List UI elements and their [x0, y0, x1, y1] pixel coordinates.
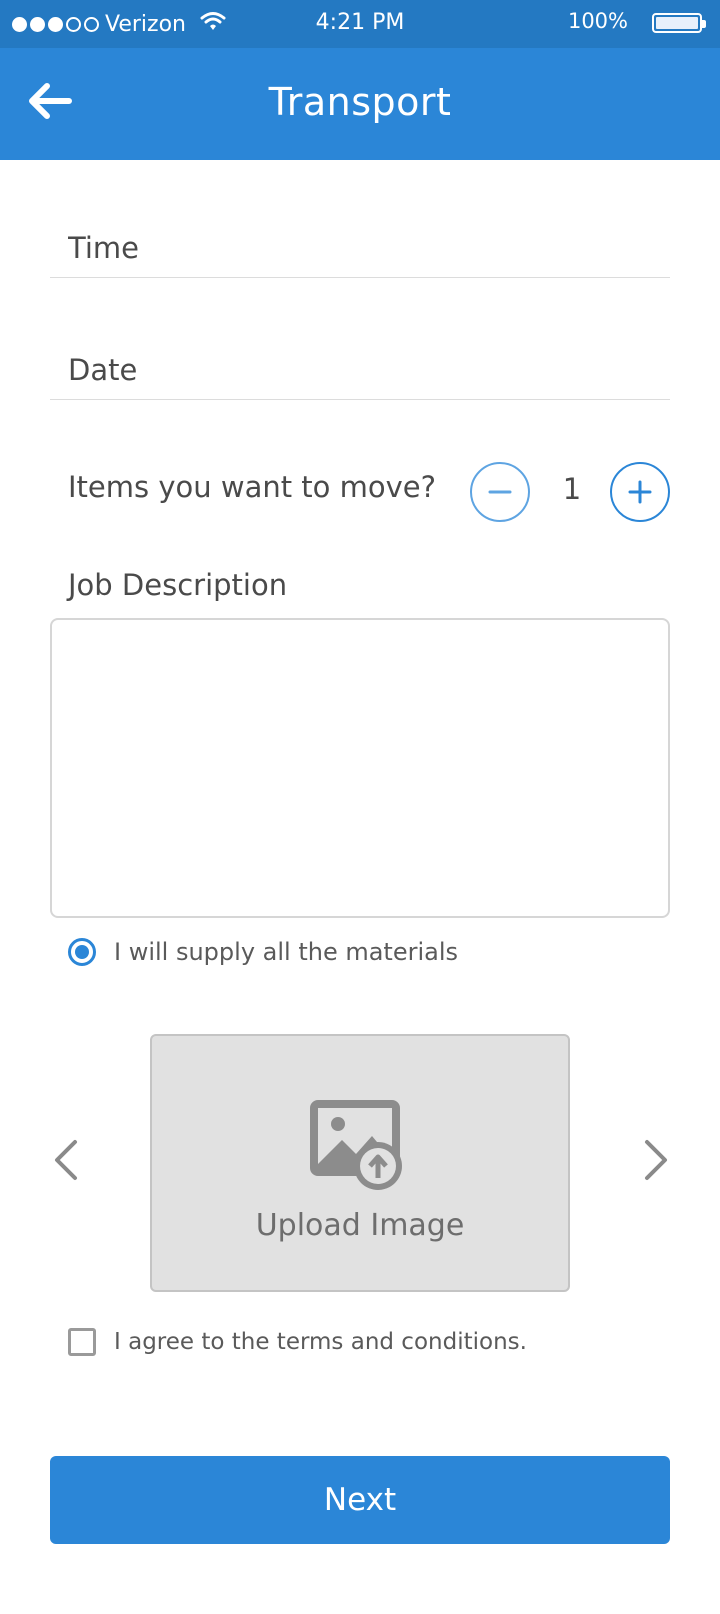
- date-field[interactable]: [50, 340, 670, 399]
- time-field-container: [50, 218, 670, 278]
- materials-label: I will supply all the materials: [114, 938, 459, 966]
- decrement-button[interactable]: [470, 462, 530, 522]
- upload-image-button[interactable]: Upload Image: [150, 1034, 570, 1292]
- plus-icon: [628, 480, 652, 504]
- job-description-input[interactable]: [50, 618, 670, 918]
- chevron-left-icon: [55, 1140, 77, 1180]
- terms-checkbox-row[interactable]: I agree to the terms and conditions.: [68, 1328, 527, 1356]
- items-stepper-row: Items you want to move? 1: [68, 462, 672, 522]
- carousel-next-button[interactable]: [632, 1130, 682, 1190]
- minus-icon: [488, 490, 512, 494]
- items-label: Items you want to move?: [68, 470, 437, 504]
- chevron-right-icon: [645, 1140, 667, 1180]
- battery-percent: 100%: [567, 9, 628, 33]
- carousel-prev-button[interactable]: [40, 1130, 90, 1190]
- date-field-container: [50, 340, 670, 400]
- radio-selected-icon: [68, 938, 96, 966]
- increment-button[interactable]: [610, 462, 670, 522]
- image-upload-icon: [310, 1100, 404, 1196]
- materials-radio[interactable]: I will supply all the materials: [68, 938, 458, 966]
- upload-image-label: Upload Image: [255, 1208, 465, 1243]
- status-bar: Verizon 4:21 PM 100%: [0, 0, 720, 48]
- items-count: 1: [562, 472, 582, 506]
- time-field[interactable]: [50, 218, 670, 277]
- app-bar: Transport: [0, 48, 720, 160]
- next-button[interactable]: Next: [50, 1456, 670, 1544]
- terms-label: I agree to the terms and conditions.: [114, 1329, 527, 1355]
- job-description-label: Job Description: [68, 568, 288, 602]
- page-title: Transport: [268, 80, 452, 124]
- battery-icon: [652, 13, 706, 33]
- terms-checkbox[interactable]: [68, 1328, 96, 1356]
